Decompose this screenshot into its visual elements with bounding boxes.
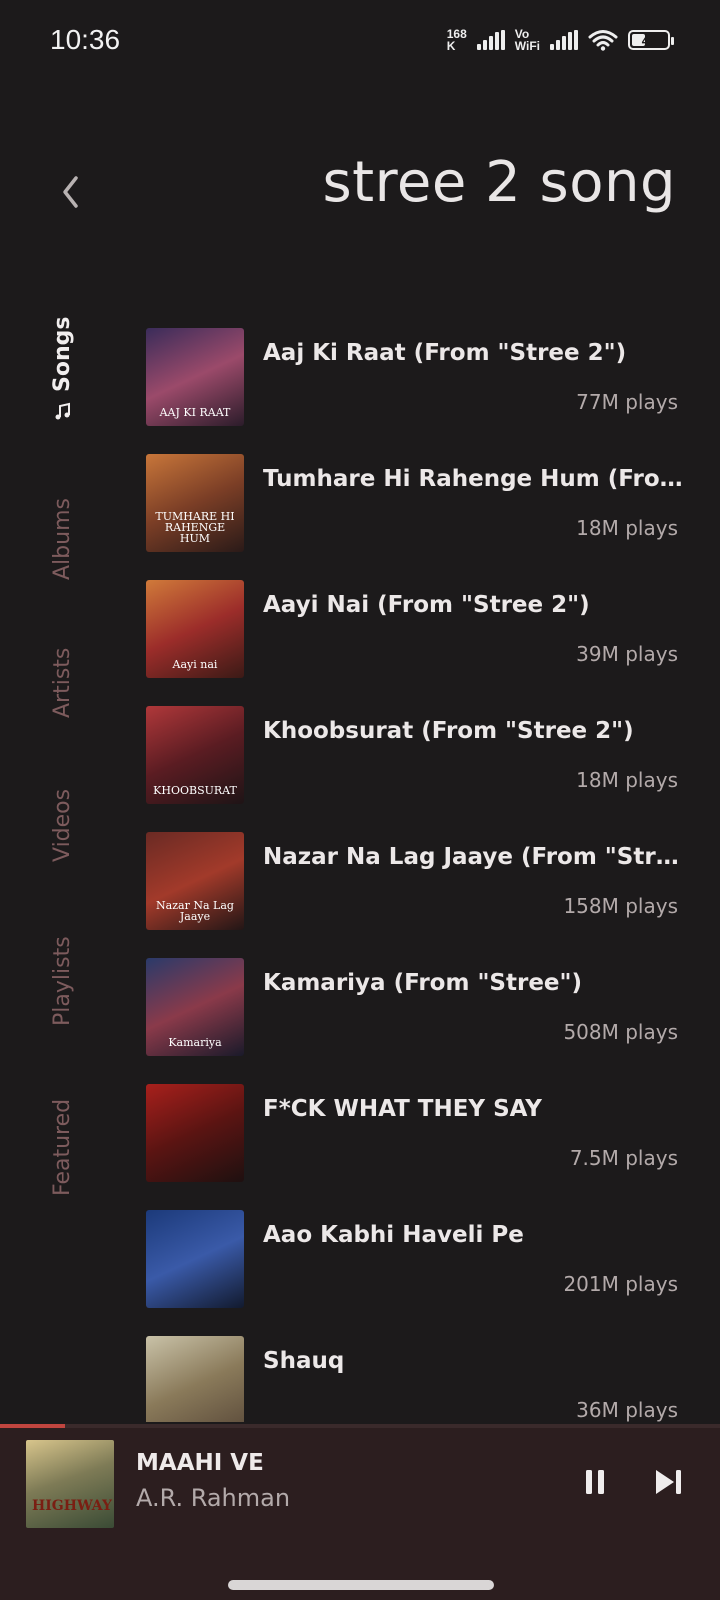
song-artwork: KHOOBSURAT (146, 706, 244, 804)
song-plays: 36M plays (576, 1398, 678, 1422)
signal-icon-2 (550, 30, 578, 50)
song-title: F*CK WHAT THEY SAY (263, 1096, 542, 1122)
song-title: Shauq (263, 1348, 345, 1374)
song-title: Aaj Ki Raat (From "Stree 2") (263, 340, 627, 366)
status-icons: 168 K Vo WiFi 46 (447, 28, 674, 52)
artwork-text: AAJ KI RAAT (159, 406, 231, 419)
song-row[interactable]: Shauq 36M plays (146, 1336, 686, 1422)
song-artwork: Aayi nai (146, 580, 244, 678)
tab-playlists-label: Playlists (50, 936, 75, 1026)
song-artwork (146, 1210, 244, 1308)
song-artwork: AAJ KI RAAT (146, 328, 244, 426)
tab-albums[interactable]: Albums (50, 498, 75, 580)
now-playing-artist: A.R. Rahman (136, 1484, 291, 1512)
tab-featured-label: Featured (50, 1098, 75, 1196)
song-row[interactable]: KHOOBSURAT Khoobsurat (From "Stree 2") 1… (146, 706, 686, 832)
battery-icon: 46 (628, 30, 674, 50)
song-row[interactable]: Aao Kabhi Haveli Pe 201M plays (146, 1210, 686, 1336)
artwork-text: Aayi nai (172, 658, 218, 671)
song-row[interactable]: AAJ KI RAAT Aaj Ki Raat (From "Stree 2")… (146, 328, 686, 454)
status-bar: 10:36 168 K Vo WiFi 46 (0, 0, 720, 84)
song-title: Nazar Na Lag Jaaye (From "Stree 2") (263, 844, 683, 870)
song-artwork: Nazar Na Lag Jaaye (146, 832, 244, 930)
vowifi-line2: WiFi (514, 39, 540, 53)
network-speed-unit: K (446, 39, 456, 53)
song-plays: 158M plays (563, 894, 678, 918)
battery-level: 46 (641, 32, 657, 48)
song-artwork (146, 1084, 244, 1182)
now-playing-artwork-text: HIGHWAY (32, 1498, 112, 1514)
back-icon[interactable] (56, 170, 86, 214)
song-plays: 77M plays (576, 390, 678, 414)
artwork-text: Kamariya (168, 1036, 222, 1049)
now-playing-title: MAAHI VE (136, 1450, 264, 1476)
tab-featured[interactable]: Featured (50, 1099, 75, 1196)
skip-next-icon[interactable] (654, 1468, 684, 1496)
song-title: Kamariya (From "Stree") (263, 970, 583, 996)
tab-artists-label: Artists (50, 647, 75, 718)
artwork-text: KHOOBSURAT (153, 784, 237, 797)
song-row[interactable]: Nazar Na Lag Jaaye Nazar Na Lag Jaaye (F… (146, 832, 686, 958)
song-list[interactable]: AAJ KI RAAT Aaj Ki Raat (From "Stree 2")… (146, 328, 686, 1422)
mini-player[interactable]: HIGHWAY MAAHI VE A.R. Rahman (0, 1428, 720, 1600)
vowifi-icon: Vo WiFi (515, 28, 540, 52)
song-plays: 18M plays (576, 516, 678, 540)
song-artwork: Kamariya (146, 958, 244, 1056)
pause-icon[interactable] (584, 1468, 606, 1496)
status-time: 10:36 (50, 24, 121, 55)
tab-videos[interactable]: Videos (50, 789, 75, 862)
song-title: Aayi Nai (From "Stree 2") (263, 592, 590, 618)
music-note-icon (55, 402, 70, 420)
song-row[interactable]: TUMHARE HI RAHENGE HUM Tumhare Hi Raheng… (146, 454, 686, 580)
tab-artists[interactable]: Artists (50, 648, 75, 718)
network-speed: 168 K (447, 28, 467, 52)
tab-songs-label: Songs (50, 316, 75, 392)
wifi-icon (588, 30, 618, 51)
signal-icon (476, 30, 505, 50)
song-row[interactable]: Aayi nai Aayi Nai (From "Stree 2") 39M p… (146, 580, 686, 706)
song-artwork: TUMHARE HI RAHENGE HUM (146, 454, 244, 552)
page-title: stree 2 song (322, 150, 676, 215)
song-title: Tumhare Hi Rahenge Hum (From "Stree 2") (263, 466, 683, 492)
song-title: Khoobsurat (From "Stree 2") (263, 718, 634, 744)
tab-songs[interactable]: Songs (50, 317, 75, 422)
tab-videos-label: Videos (50, 788, 75, 862)
song-artwork (146, 1336, 244, 1422)
song-row[interactable]: Kamariya Kamariya (From "Stree") 508M pl… (146, 958, 686, 1084)
song-plays: 201M plays (563, 1272, 678, 1296)
song-plays: 508M plays (563, 1020, 678, 1044)
song-plays: 39M plays (576, 642, 678, 666)
artwork-text: TUMHARE HI RAHENGE HUM (155, 510, 235, 545)
song-plays: 18M plays (576, 768, 678, 792)
now-playing-artwork: HIGHWAY (26, 1440, 114, 1528)
tab-playlists[interactable]: Playlists (50, 936, 75, 1026)
artwork-text: Nazar Na Lag Jaaye (156, 899, 234, 923)
tab-albums-label: Albums (50, 498, 75, 580)
song-plays: 7.5M plays (569, 1146, 678, 1170)
home-indicator[interactable] (228, 1580, 494, 1590)
song-title: Aao Kabhi Haveli Pe (263, 1222, 524, 1248)
song-row[interactable]: F*CK WHAT THEY SAY 7.5M plays (146, 1084, 686, 1210)
